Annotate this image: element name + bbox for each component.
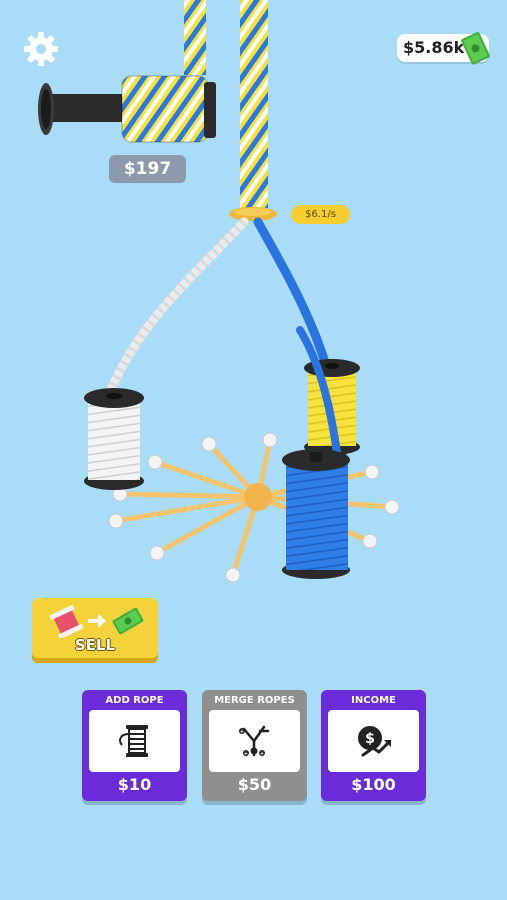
sell-icons <box>49 604 144 638</box>
add-rope-card[interactable]: ADD ROPE $10 <box>82 690 187 801</box>
income-icon: $ <box>358 726 391 757</box>
peg <box>262 432 278 448</box>
svg-text:$: $ <box>365 731 375 747</box>
add-rope-title: ADD ROPE <box>105 695 164 706</box>
white-spool[interactable] <box>84 388 144 490</box>
spool-price-label: $197 <box>109 155 186 183</box>
collected-spool <box>38 75 216 143</box>
merge-ropes-price: $50 <box>237 775 272 794</box>
peg <box>364 464 380 480</box>
income-rate-label: $6.1/s <box>291 205 350 224</box>
money-amount: $5.86k <box>403 38 465 57</box>
twisted-rope-left <box>184 0 206 75</box>
merge-ropes-title: MERGE ROPES <box>214 695 295 706</box>
settings-button[interactable] <box>22 30 60 68</box>
income-icon-panel: $ <box>328 710 419 772</box>
money-counter: $5.86k <box>397 32 490 65</box>
income-card[interactable]: INCOME $ $100 <box>321 690 426 801</box>
sell-button-label: SELL <box>74 636 116 654</box>
peg <box>362 533 378 549</box>
peg <box>108 513 124 529</box>
add-rope-price: $10 <box>117 775 152 794</box>
rope-hook-ring <box>229 207 277 221</box>
blue-spool[interactable] <box>282 449 350 579</box>
merge-ropes-icon-panel: + + + <box>209 710 300 772</box>
svg-text:+: + <box>244 751 248 757</box>
peg <box>225 567 241 583</box>
add-rope-icon-panel <box>89 710 180 772</box>
spinner-wheel[interactable] <box>108 432 400 583</box>
spool-icon <box>49 604 84 638</box>
merge-ropes-card[interactable]: MERGE ROPES + + + $50 <box>202 690 307 801</box>
svg-text:+: + <box>240 729 244 735</box>
spool-icon <box>119 725 148 757</box>
peg <box>201 436 217 452</box>
income-title: INCOME <box>351 695 396 706</box>
sell-button[interactable]: SELL <box>32 598 158 658</box>
arrow-right-icon <box>88 614 106 628</box>
gear-icon <box>24 32 58 66</box>
twisted-rope-main[interactable] <box>240 0 268 208</box>
cash-icon <box>112 607 144 635</box>
peg <box>384 499 400 515</box>
peg <box>147 454 163 470</box>
svg-text:+: + <box>260 751 264 757</box>
cash-icon <box>461 32 490 65</box>
peg <box>149 545 165 561</box>
income-price: $100 <box>351 775 396 794</box>
merge-icon: + + + <box>239 725 270 757</box>
